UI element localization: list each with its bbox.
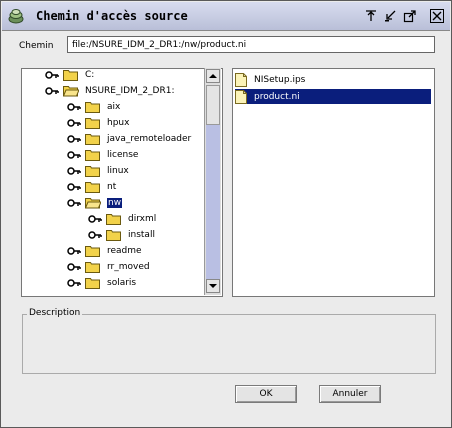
tree-item[interactable]: nt (67, 179, 116, 195)
minimize-icon[interactable] (383, 9, 397, 23)
tree-item[interactable]: aix (67, 99, 120, 115)
expand-key-icon[interactable] (67, 260, 81, 274)
folder-icon (106, 214, 121, 225)
tree-item-label: hpux (107, 118, 130, 128)
tree-item[interactable]: rr_moved (67, 259, 150, 275)
tree-item-label: rr_moved (107, 262, 150, 272)
tree-item-label: readme (107, 246, 142, 256)
tree-item-label: solaris (107, 278, 137, 288)
file-item[interactable]: NISetup.ips (235, 72, 307, 87)
arrow-up-icon (209, 74, 217, 78)
file-item[interactable]: product.ni (235, 89, 431, 104)
folder-icon (85, 166, 100, 177)
tree-item[interactable]: readme (67, 243, 142, 259)
file-item-label: NISetup.ips (254, 74, 306, 85)
maximize-icon[interactable] (403, 9, 417, 23)
tree-item-label: NSURE_IDM_2_DR1: (85, 86, 175, 96)
folder-icon (63, 70, 78, 81)
folder-icon (85, 118, 100, 129)
open-folder-icon (63, 86, 79, 97)
file-list[interactable]: NISetup.ips product.ni (232, 68, 435, 297)
folder-icon (85, 262, 100, 273)
expand-key-icon[interactable] (67, 244, 81, 258)
tree-item-label: linux (107, 166, 129, 176)
tree-item-label: C: (85, 70, 95, 80)
arrow-down-icon (209, 284, 217, 288)
app-icon (8, 9, 24, 24)
path-input[interactable] (67, 36, 435, 53)
title-bar[interactable]: Chemin d'accès source (2, 2, 450, 31)
description-box (22, 314, 436, 374)
ok-button[interactable]: OK (235, 385, 297, 403)
expand-key-icon[interactable] (67, 180, 81, 194)
description-label: Description (27, 308, 83, 318)
folder-icon (85, 134, 100, 145)
window-title: Chemin d'accès source (36, 9, 188, 23)
expand-key-icon[interactable] (88, 212, 102, 226)
expand-key-icon[interactable] (67, 196, 81, 210)
tree-item[interactable]: license (67, 147, 138, 163)
tree-item-label: aix (107, 102, 121, 112)
tree-item[interactable]: linux (67, 163, 129, 179)
path-label: Chemin (19, 41, 54, 51)
tree-item-label: dirxml (128, 214, 157, 224)
expand-key-icon[interactable] (67, 276, 81, 290)
tree-item[interactable]: java_remoteloader (67, 131, 191, 147)
tree-item[interactable]: NSURE_IDM_2_DR1: (45, 83, 175, 99)
expand-key-icon[interactable] (45, 68, 59, 82)
folder-icon (85, 102, 100, 113)
file-item-label: product.ni (254, 91, 300, 102)
folder-tree[interactable]: C: NSURE_IDM_2_DR1:aix hpux java_remoteload… (21, 68, 223, 297)
scroll-thumb[interactable] (206, 85, 220, 125)
scroll-down-button[interactable] (206, 279, 220, 293)
close-icon[interactable] (430, 9, 444, 23)
tree-scrollbar[interactable] (204, 68, 221, 295)
folder-icon (85, 246, 100, 257)
tree-item[interactable]: install (88, 227, 155, 243)
expand-key-icon[interactable] (88, 228, 102, 242)
file-icon (235, 72, 247, 87)
tree-item[interactable]: C: (45, 68, 95, 83)
pin-icon[interactable] (364, 9, 378, 23)
file-icon (235, 89, 247, 104)
scroll-up-button[interactable] (206, 69, 220, 83)
dialog-window: Chemin d'accès source Chemin C: NSURE_IDM… (0, 0, 452, 428)
scroll-track[interactable] (206, 125, 220, 280)
tree-item-label: nw (107, 198, 123, 208)
folder-icon (85, 278, 100, 289)
tree-item[interactable]: dirxml (88, 211, 156, 227)
tree-item-label: install (128, 230, 155, 240)
expand-key-icon[interactable] (67, 100, 81, 114)
tree-item[interactable]: solaris (67, 275, 136, 291)
tree-item[interactable]: nw (67, 195, 123, 211)
folder-icon (85, 182, 100, 193)
open-folder-icon (85, 198, 101, 209)
cancel-button[interactable]: Annuler (319, 385, 381, 403)
tree-item-label: java_remoteloader (107, 134, 192, 144)
tree-item[interactable]: hpux (67, 115, 129, 131)
expand-key-icon[interactable] (67, 148, 81, 162)
expand-key-icon[interactable] (67, 164, 81, 178)
tree-item-label: nt (107, 182, 117, 192)
tree-item-label: license (107, 150, 139, 160)
expand-key-icon[interactable] (67, 116, 81, 130)
folder-icon (106, 230, 121, 241)
folder-icon (85, 150, 100, 161)
expand-key-icon[interactable] (67, 132, 81, 146)
expand-key-icon[interactable] (45, 84, 59, 98)
